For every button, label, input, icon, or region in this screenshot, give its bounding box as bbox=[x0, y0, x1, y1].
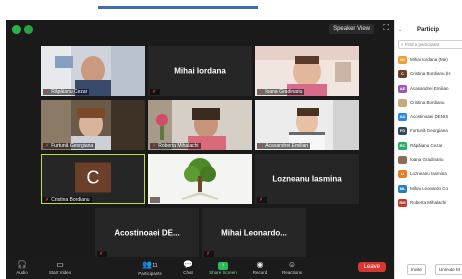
participants-button[interactable]: 👥11 Participants bbox=[136, 260, 164, 276]
share-screen-button[interactable]: ↑ Share Screen bbox=[209, 260, 237, 275]
muted-mic-icon: ✗ bbox=[259, 143, 264, 149]
muted-mic-icon: ✗ bbox=[152, 143, 157, 149]
participant-avatar: C bbox=[75, 162, 111, 193]
reactions-button[interactable]: ☺ Reactions bbox=[278, 260, 306, 275]
participant-row[interactable]: MI Mihai Iordana (Me) bbox=[398, 53, 462, 67]
muted-indicator: ✗ bbox=[257, 197, 268, 203]
name-tile[interactable]: Acostinoaei DE... ✗ bbox=[95, 208, 199, 258]
panel-title: Particip bbox=[417, 27, 440, 33]
participant-avatar: MI bbox=[398, 56, 407, 64]
muted-mic-icon: ✗ bbox=[45, 143, 50, 149]
participant-avatar: ML bbox=[398, 184, 407, 193]
window-top-band bbox=[0, 0, 462, 20]
participant-avatar: RC bbox=[398, 141, 407, 150]
participant-name-label: ✗ Cristina Bordianu bbox=[43, 197, 92, 203]
video-tile[interactable]: ✗ Roberta Mihalachi bbox=[148, 100, 252, 150]
participant-avatar: AE bbox=[398, 84, 407, 93]
participant-name-label: ✗ Ioana Gradinariu bbox=[257, 89, 305, 95]
participant-avatar: C bbox=[398, 70, 407, 79]
chat-button[interactable]: 💬 Chat bbox=[174, 260, 202, 275]
invite-button[interactable]: Invite bbox=[407, 264, 426, 275]
muted-mic-icon: ✗ bbox=[45, 89, 50, 95]
participant-row[interactable]: Cristina Bordianu bbox=[398, 96, 462, 110]
participant-name-label: ✗ Furtună Georgiana bbox=[43, 143, 96, 149]
participant-name-label: ✗ Roberta Mihalachi bbox=[150, 143, 201, 149]
participant-name-display: Lozneanu Iasmina bbox=[272, 174, 342, 184]
participant-row[interactable]: LI Lozneanu Iasmina bbox=[398, 167, 462, 181]
participant-name-label: ✗ Acasandrei Emilian bbox=[257, 143, 311, 149]
participant-row[interactable]: C Cristina Bordianu (H bbox=[398, 67, 462, 81]
video-tile[interactable]: ✗ bbox=[148, 154, 252, 204]
participant-name-display: Mihai Leonardo... bbox=[221, 228, 287, 238]
participant-name-display: Mihai Iordana bbox=[174, 66, 226, 76]
encryption-shield-icon[interactable] bbox=[12, 25, 21, 34]
muted-mic-icon: ✗ bbox=[45, 197, 50, 203]
participant-row[interactable]: RM Roberta Mihalachi bbox=[398, 196, 462, 210]
video-tile[interactable]: ✗ Acasandrei Emilian bbox=[255, 100, 359, 150]
speaker-view-button[interactable]: Speaker View bbox=[329, 24, 374, 34]
name-tile[interactable]: Mihai Iordana ✗ bbox=[148, 46, 252, 96]
participants-panel: ⌄ Particip ⌕ Find a participant MI Mihai … bbox=[394, 20, 462, 279]
video-tile[interactable]: ✗ Răpăianu Cezar bbox=[41, 46, 145, 96]
leave-button[interactable]: Leave bbox=[357, 262, 386, 272]
chat-icon: 💬 bbox=[183, 260, 193, 269]
smiley-icon: ☺ bbox=[287, 260, 297, 269]
name-tile[interactable]: Mihai Leonardo... ✗ bbox=[202, 208, 306, 258]
participant-photo-avatar bbox=[398, 98, 407, 107]
muted-indicator: ✗ bbox=[150, 89, 161, 95]
fullscreen-icon[interactable]: ⛶ bbox=[383, 24, 389, 32]
participant-row[interactable]: RC Răpăianu Cezar bbox=[398, 139, 462, 153]
share-screen-icon: ↑ bbox=[209, 260, 237, 270]
participant-row[interactable]: AD Acostinoaei DENIS bbox=[398, 110, 462, 124]
video-tile[interactable]: ✗ Ioana Gradinariu bbox=[255, 46, 359, 96]
participant-row[interactable]: Ioana Gradinariu bbox=[398, 153, 462, 167]
muted-indicator: ✗ bbox=[150, 197, 161, 203]
muted-mic-icon: ✗ bbox=[259, 89, 264, 95]
start-video-button[interactable]: ▭ Start Video bbox=[46, 260, 74, 275]
audio-button[interactable]: 🎧 Audio bbox=[8, 260, 36, 275]
record-button[interactable]: ◉ Record bbox=[246, 260, 274, 275]
participant-row[interactable]: FG Furtună Georgiana bbox=[398, 124, 462, 138]
participant-avatar: AD bbox=[398, 113, 407, 122]
video-tile[interactable]: ✗ Furtună Georgiana bbox=[41, 100, 145, 150]
participant-search-input[interactable]: ⌕ Find a participant bbox=[398, 40, 462, 49]
muted-mic-icon: ✗ bbox=[152, 89, 157, 95]
participant-avatar: RM bbox=[398, 198, 407, 207]
participants-icon: 👥11 bbox=[142, 260, 158, 269]
participant-avatar: FG bbox=[398, 127, 407, 136]
participant-avatar: LI bbox=[398, 170, 407, 179]
tree-book-image bbox=[148, 154, 252, 204]
headphones-icon: 🎧 bbox=[17, 260, 27, 269]
top-strip bbox=[98, 6, 258, 9]
video-off-icon: ▭ bbox=[56, 260, 64, 269]
record-icon: ◉ bbox=[256, 260, 264, 269]
participant-row[interactable]: AE Acasandrei Emilian bbox=[398, 82, 462, 96]
participant-photo-avatar bbox=[398, 156, 407, 165]
connection-status-icon[interactable] bbox=[24, 25, 33, 34]
name-tile[interactable]: Lozneanu Iasmina ✗ bbox=[255, 154, 359, 204]
muted-mic-icon: ✗ bbox=[152, 197, 157, 203]
active-speaker-tile[interactable]: C ✗ Cristina Bordianu bbox=[41, 154, 145, 204]
zoom-meeting-area: Speaker View ⛶ ✗ Răpăianu Cezar Mihai Ior… bbox=[6, 20, 394, 279]
muted-mic-icon: ✗ bbox=[259, 197, 264, 203]
participant-name-display: Acostinoaei DE... bbox=[114, 228, 180, 238]
panel-collapse-icon[interactable]: ⌄ bbox=[398, 27, 402, 33]
unmute-me-button[interactable]: Unmute M bbox=[435, 264, 462, 275]
participant-row[interactable]: ML Mihai Leonardo Co bbox=[398, 182, 462, 196]
participant-list: MI Mihai Iordana (Me) C Cristina Bordianu … bbox=[398, 53, 462, 210]
meeting-toolbar: 🎧 Audio ▭ Start Video 👥11 Participants 💬… bbox=[6, 257, 394, 279]
participant-name-label: ✗ Răpăianu Cezar bbox=[43, 89, 90, 95]
